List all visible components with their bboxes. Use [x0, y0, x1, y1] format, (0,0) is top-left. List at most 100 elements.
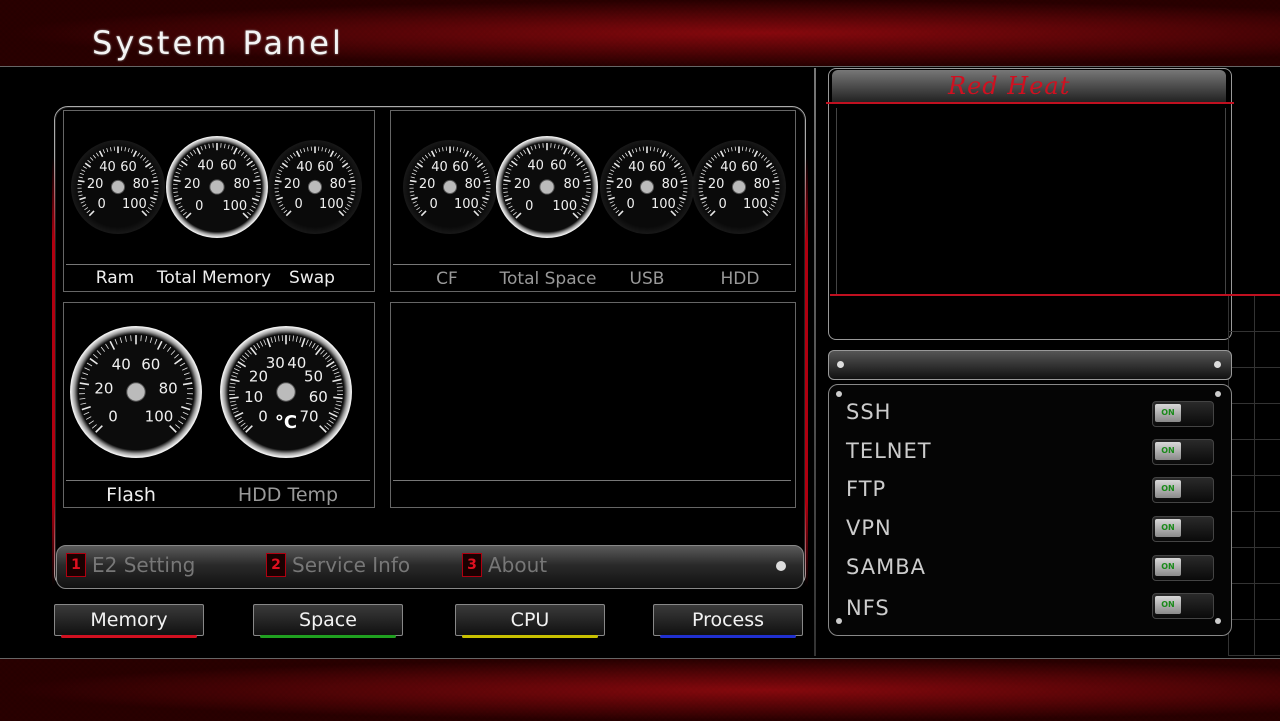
- gauge-tick: [158, 341, 162, 349]
- swap-label: Swap: [284, 268, 340, 288]
- gauge-tick: [151, 181, 158, 182]
- gauge-tick: [669, 155, 672, 158]
- gauge-tick: [416, 207, 419, 209]
- gauge-tick: [150, 205, 154, 207]
- gauge-tick: [271, 337, 273, 343]
- gauge-tick: [231, 376, 237, 378]
- toggle-state: ON: [1155, 519, 1181, 537]
- gauge-tick: [554, 144, 555, 148]
- gauge-tick: [176, 172, 180, 174]
- gauge-scale-label: 60: [452, 160, 469, 175]
- gauge-tick: [585, 176, 589, 177]
- gauge-tick: [324, 426, 328, 430]
- info-bar: [828, 350, 1232, 380]
- gauge-tick: [171, 351, 175, 355]
- gauge-tick: [583, 168, 587, 170]
- gauge-tick: [340, 157, 343, 160]
- menu-item-label: About: [488, 553, 547, 577]
- nfs-toggle[interactable]: ON: [1152, 593, 1214, 619]
- gauge-tick: [143, 157, 146, 160]
- gauge-tick: [184, 373, 189, 375]
- gauge-tick: [706, 163, 711, 167]
- gauge-tick: [278, 170, 282, 172]
- gauge-tick: [87, 363, 92, 366]
- gauge-tick: [150, 337, 152, 343]
- gauge-tick: [81, 170, 85, 172]
- gauge-tick: [300, 149, 302, 153]
- gauge-tick: [186, 403, 192, 404]
- gauge-tick: [411, 177, 415, 178]
- gauge-tick: [252, 206, 256, 208]
- gauge-tick: [101, 347, 105, 352]
- gauge-tick: [155, 339, 157, 344]
- cpu-button[interactable]: CPU: [455, 604, 605, 636]
- gauge-tick: [680, 181, 687, 182]
- usb-gauge: 020406080100: [600, 140, 694, 234]
- ftp-toggle[interactable]: ON: [1152, 477, 1214, 503]
- menu-item-about[interactable]: 3 About: [462, 553, 547, 577]
- gauge-tick: [331, 365, 336, 368]
- gauge-tick: [607, 192, 611, 193]
- gauge-tick: [772, 201, 776, 203]
- screw-icon: [1215, 618, 1221, 624]
- gauge-scale-label: 40: [197, 159, 214, 174]
- gauge-face: 010203040506070°C: [220, 326, 352, 458]
- gauge-tick: [151, 170, 155, 172]
- gauge-tick: [674, 160, 677, 163]
- gauge-tick: [667, 153, 669, 156]
- gauge-tick: [327, 423, 332, 427]
- screw-icon: [1215, 391, 1221, 397]
- gauge-tick: [146, 336, 147, 342]
- gauge-tick: [350, 177, 354, 178]
- gauge-tick: [106, 344, 109, 349]
- samba-toggle[interactable]: ON: [1152, 555, 1214, 581]
- memory-button[interactable]: Memory: [54, 604, 204, 636]
- vpn-toggle[interactable]: ON: [1152, 516, 1214, 542]
- gauge-tick: [323, 353, 327, 357]
- gauge-tick: [179, 165, 183, 167]
- gauge-tick: [138, 153, 140, 156]
- gauge-tick: [230, 383, 236, 384]
- gauge-scale-label: 100: [222, 199, 247, 214]
- gauge-tick: [622, 155, 625, 158]
- gauge-tick: [571, 152, 574, 156]
- telnet-toggle[interactable]: ON: [1152, 439, 1214, 465]
- hdd-label: HDD: [712, 269, 768, 289]
- gauge-scale-label: 10: [244, 388, 263, 406]
- info-box: [390, 302, 796, 508]
- gauge-tick: [419, 210, 422, 213]
- menu-item-service-info[interactable]: 2 Service Info: [266, 553, 410, 577]
- gauge-scale-label: 60: [550, 159, 567, 174]
- gauge-tick: [243, 426, 247, 430]
- gauge-tick: [233, 372, 238, 374]
- process-button[interactable]: Process: [653, 604, 803, 636]
- gauge-scale-label: 20: [708, 177, 725, 192]
- gauge-tick: [580, 209, 584, 212]
- gauge-tick: [306, 340, 308, 345]
- gauge-tick: [610, 170, 614, 172]
- gauge-tick: [150, 197, 156, 199]
- gauge-tick: [96, 426, 103, 433]
- gauge-tick: [714, 155, 717, 158]
- gauge-tick: [662, 151, 665, 157]
- divider: [66, 480, 370, 481]
- gauge-tick: [617, 160, 620, 163]
- gauge-tick: [107, 148, 108, 152]
- green-key-indicator: [260, 635, 396, 638]
- menu-item-e2-setting[interactable]: 1 E2 Setting: [66, 553, 195, 577]
- ssh-toggle[interactable]: ON: [1152, 401, 1214, 427]
- gauge-tick: [410, 192, 414, 193]
- toggle-state: ON: [1155, 404, 1181, 422]
- gauge-tick: [145, 160, 148, 163]
- gauge-tick: [504, 176, 508, 177]
- gauge-face: 020406080100: [496, 136, 598, 238]
- space-button[interactable]: Space: [253, 604, 403, 636]
- gauge-tick: [564, 148, 567, 154]
- gauge-tick: [703, 205, 707, 207]
- gauge-scale-label: 50: [304, 367, 323, 385]
- gauge-tick: [175, 359, 183, 364]
- gauge-tick: [93, 354, 97, 358]
- gauge-tick: [481, 166, 485, 168]
- gauge-tick: [410, 181, 417, 182]
- gauge-tick: [568, 150, 570, 154]
